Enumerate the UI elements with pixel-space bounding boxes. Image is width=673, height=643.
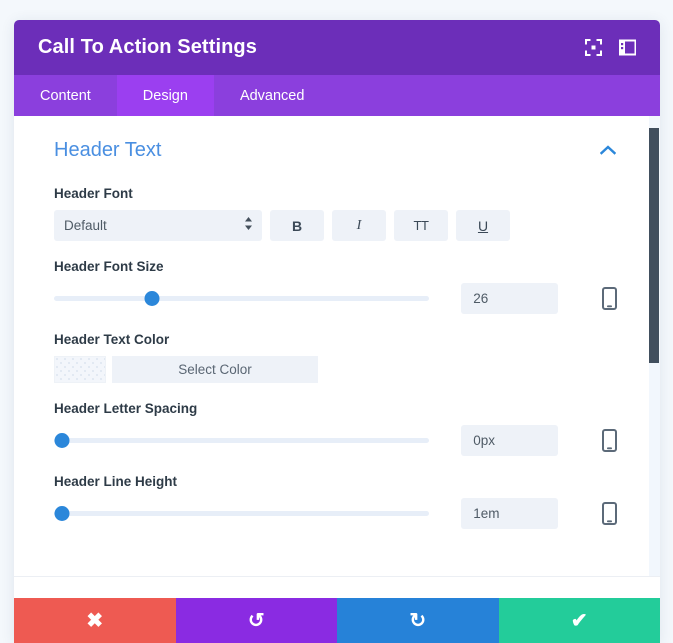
settings-scroll-area: Header Text Header Font Default B I TT U… bbox=[14, 116, 660, 576]
modal-title: Call To Action Settings bbox=[38, 36, 257, 58]
underline-button[interactable]: U bbox=[456, 210, 510, 241]
redo-icon: ↻ bbox=[409, 609, 427, 632]
slider-thumb[interactable] bbox=[54, 433, 69, 448]
header-line-height-value[interactable]: 1em bbox=[461, 498, 559, 529]
layout-panel-icon[interactable] bbox=[610, 31, 644, 65]
header-font-size-slider[interactable] bbox=[54, 291, 430, 307]
scrollbar-thumb[interactable] bbox=[649, 128, 659, 363]
field-label: Header Line Height bbox=[54, 474, 178, 489]
field-label: Header Text Color bbox=[54, 332, 170, 347]
redo-button[interactable]: ↻ bbox=[337, 598, 499, 643]
header-font-selected-value: Default bbox=[64, 218, 107, 233]
slider-track bbox=[54, 438, 430, 443]
updown-arrows-icon bbox=[244, 216, 253, 236]
tab-content[interactable]: Content bbox=[14, 75, 117, 116]
modal-footer: ✖ ↺ ↻ ✔ bbox=[14, 598, 660, 643]
settings-modal: Call To Action Settings Content Design A… bbox=[14, 20, 660, 643]
slider-thumb[interactable] bbox=[54, 506, 69, 521]
slider-track bbox=[54, 511, 430, 516]
italic-button[interactable]: I bbox=[332, 210, 386, 241]
header-letter-spacing-controls: 0px bbox=[54, 425, 620, 456]
bold-button[interactable]: B bbox=[270, 210, 324, 241]
scrollbar-track[interactable] bbox=[649, 116, 660, 576]
select-color-button[interactable]: Select Color bbox=[112, 356, 318, 383]
field-header-letter-spacing: Header Letter Spacing 0px bbox=[54, 383, 620, 456]
chevron-up-icon[interactable] bbox=[596, 138, 620, 162]
footer-spacer bbox=[14, 577, 660, 598]
field-header-text-color: Header Text Color Select Color bbox=[54, 314, 620, 383]
check-icon: ✔ bbox=[570, 609, 588, 632]
mobile-icon[interactable] bbox=[598, 286, 620, 312]
undo-button[interactable]: ↺ bbox=[175, 598, 337, 643]
save-button[interactable]: ✔ bbox=[498, 598, 660, 643]
slider-thumb[interactable] bbox=[144, 291, 160, 306]
field-header-line-height: Header Line Height 1em bbox=[54, 456, 620, 529]
slider-track bbox=[54, 296, 430, 301]
header-text-color-controls: Select Color bbox=[54, 356, 620, 383]
uppercase-button[interactable]: TT bbox=[394, 210, 448, 241]
header-font-controls: Default B I TT U bbox=[54, 210, 620, 241]
fullscreen-icon[interactable] bbox=[576, 31, 610, 65]
field-label: Header Font bbox=[54, 186, 133, 201]
field-header-font: Header Font Default B I TT U bbox=[54, 168, 620, 241]
undo-icon: ↺ bbox=[247, 609, 265, 632]
tab-bar: Content Design Advanced bbox=[14, 75, 660, 116]
color-swatch[interactable] bbox=[54, 356, 106, 383]
modal-titlebar: Call To Action Settings bbox=[14, 20, 660, 75]
header-line-height-controls: 1em bbox=[54, 498, 620, 529]
header-line-height-slider[interactable] bbox=[54, 506, 430, 522]
mobile-icon[interactable] bbox=[598, 501, 620, 527]
cancel-button[interactable]: ✖ bbox=[14, 598, 176, 643]
tab-advanced[interactable]: Advanced bbox=[214, 75, 331, 116]
header-letter-spacing-slider[interactable] bbox=[54, 433, 430, 449]
field-header-font-size: Header Font Size 26 bbox=[54, 241, 620, 314]
header-font-size-controls: 26 bbox=[54, 283, 620, 314]
settings-content: Header Text Header Font Default B I TT U… bbox=[14, 116, 660, 576]
field-label: Header Letter Spacing bbox=[54, 401, 198, 416]
tab-design[interactable]: Design bbox=[116, 75, 214, 116]
header-font-select[interactable]: Default bbox=[54, 210, 262, 241]
header-font-size-value[interactable]: 26 bbox=[461, 283, 559, 314]
mobile-icon[interactable] bbox=[598, 428, 620, 454]
header-letter-spacing-value[interactable]: 0px bbox=[461, 425, 559, 456]
section-header-header-text[interactable]: Header Text bbox=[54, 116, 620, 168]
section-title: Header Text bbox=[54, 138, 162, 161]
field-label: Header Font Size bbox=[54, 259, 164, 274]
close-icon: ✖ bbox=[86, 609, 104, 632]
